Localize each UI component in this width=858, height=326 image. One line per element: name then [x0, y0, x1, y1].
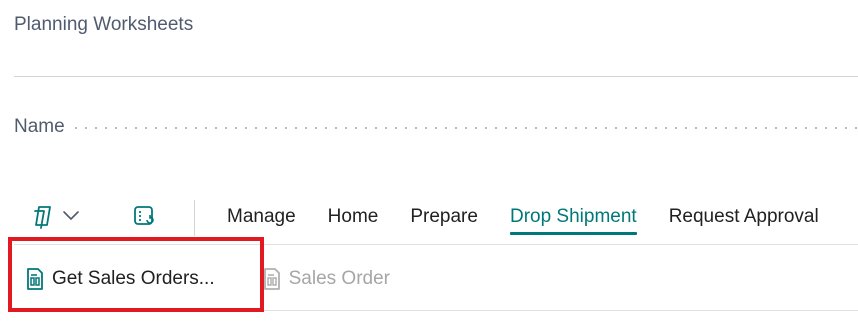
- name-label: Name: [14, 116, 65, 137]
- edit-list-icon: [131, 203, 157, 234]
- pages-menu-button[interactable]: [28, 198, 86, 238]
- tab-prepare[interactable]: Prepare: [394, 196, 494, 240]
- sales-order-label: Sales Order: [288, 268, 390, 289]
- document-icon: [261, 267, 283, 291]
- chevron-down-icon: [62, 209, 80, 227]
- actionbar-divider: [14, 244, 858, 245]
- tab-home[interactable]: Home: [312, 196, 395, 240]
- action-bar: Manage Home Prepare Drop Shipment Reques…: [28, 196, 835, 240]
- title-divider: [14, 76, 858, 77]
- get-sales-orders-label: Get Sales Orders...: [52, 268, 215, 289]
- tab-manage[interactable]: Manage: [211, 196, 312, 240]
- command-row: Get Sales Orders... Sales Order: [24, 256, 390, 302]
- document-icon: [24, 267, 46, 291]
- tab-drop-shipment[interactable]: Drop Shipment: [494, 196, 653, 240]
- name-field-dotted-line: [70, 127, 858, 129]
- get-sales-orders-button[interactable]: Get Sales Orders...: [24, 267, 215, 291]
- pages-icon: [30, 203, 56, 234]
- actionbar-separator: [194, 200, 195, 236]
- tab-request-approval[interactable]: Request Approval: [653, 196, 835, 240]
- page-title: Planning Worksheets: [14, 14, 194, 35]
- command-row-divider: [14, 310, 858, 311]
- sales-order-button[interactable]: Sales Order: [261, 267, 390, 291]
- edit-list-button[interactable]: [124, 198, 164, 238]
- name-field-row[interactable]: Name: [14, 116, 858, 138]
